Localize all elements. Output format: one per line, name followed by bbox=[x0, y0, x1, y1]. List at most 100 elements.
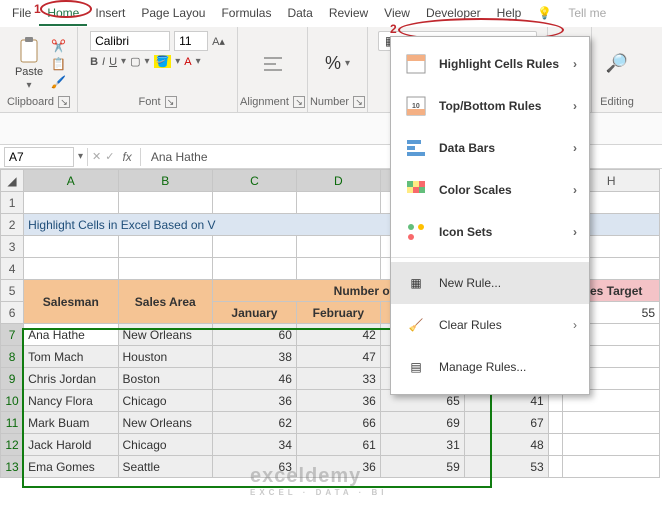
border-button[interactable]: ▢ bbox=[130, 55, 140, 68]
menu-icon-sets[interactable]: Icon Sets› bbox=[391, 211, 589, 253]
row-header[interactable]: 4 bbox=[1, 258, 24, 280]
cell[interactable]: New Orleans bbox=[118, 324, 212, 346]
cell[interactable]: Tom Mach bbox=[24, 346, 118, 368]
row-header[interactable]: 3 bbox=[1, 236, 24, 258]
cell[interactable]: 69 bbox=[380, 412, 464, 434]
cell[interactable]: 42 bbox=[296, 324, 380, 346]
header-area[interactable]: Sales Area bbox=[118, 280, 212, 324]
cell[interactable]: Ema Gomes bbox=[24, 456, 118, 478]
chevron-down-icon[interactable]: ▾ bbox=[78, 151, 83, 162]
col-header-A[interactable]: A bbox=[24, 170, 118, 192]
tab-help[interactable]: Help bbox=[489, 2, 530, 26]
enter-icon[interactable]: ✓ bbox=[101, 150, 118, 163]
dialog-launcher-icon[interactable]: ↘ bbox=[293, 96, 305, 108]
row-header[interactable]: 12 bbox=[1, 434, 24, 456]
cell[interactable]: 60 bbox=[212, 324, 296, 346]
cell[interactable]: Chicago bbox=[118, 434, 212, 456]
cell[interactable]: Mark Buam bbox=[24, 412, 118, 434]
row-header[interactable]: 10 bbox=[1, 390, 24, 412]
row-header[interactable]: 5 bbox=[1, 280, 24, 302]
cell[interactable]: 38 bbox=[212, 346, 296, 368]
tab-developer[interactable]: Developer bbox=[418, 2, 489, 26]
cell[interactable]: New Orleans bbox=[118, 412, 212, 434]
row-header[interactable]: 8 bbox=[1, 346, 24, 368]
row-header[interactable]: 2 bbox=[1, 214, 24, 236]
menu-new-rule[interactable]: ▦ New Rule... bbox=[391, 262, 589, 304]
tab-home[interactable]: Home bbox=[39, 2, 87, 26]
bold-button[interactable]: B bbox=[90, 56, 98, 68]
menu-manage-rules[interactable]: ▤ Manage Rules... bbox=[391, 346, 589, 388]
cell[interactable] bbox=[548, 434, 563, 456]
cell[interactable]: 47 bbox=[296, 346, 380, 368]
tab-page-layout[interactable]: Page Layou bbox=[133, 2, 213, 26]
cell[interactable] bbox=[548, 456, 563, 478]
menu-highlight-cells[interactable]: Highlight Cells Rules› bbox=[391, 43, 589, 85]
menu-color-scales[interactable]: Color Scales› bbox=[391, 169, 589, 211]
col-header-B[interactable]: B bbox=[118, 170, 212, 192]
col-header-D[interactable]: D bbox=[296, 170, 380, 192]
cell[interactable]: Boston bbox=[118, 368, 212, 390]
cell[interactable] bbox=[563, 412, 660, 434]
header-salesman[interactable]: Salesman bbox=[24, 280, 118, 324]
cell[interactable]: 59 bbox=[380, 456, 464, 478]
cell[interactable]: 36 bbox=[296, 390, 380, 412]
dialog-launcher-icon[interactable]: ↘ bbox=[165, 96, 177, 108]
cell[interactable]: 36 bbox=[296, 456, 380, 478]
cell[interactable]: 62 bbox=[212, 412, 296, 434]
percent-button[interactable]: % bbox=[325, 53, 341, 74]
cell[interactable]: Houston bbox=[118, 346, 212, 368]
cell[interactable]: 61 bbox=[296, 434, 380, 456]
cell[interactable]: Seattle bbox=[118, 456, 212, 478]
col-header-C[interactable]: C bbox=[212, 170, 296, 192]
cell[interactable]: 53 bbox=[464, 456, 548, 478]
cell[interactable]: 48 bbox=[464, 434, 548, 456]
row-header[interactable]: 9 bbox=[1, 368, 24, 390]
menu-clear-rules[interactable]: 🧹 Clear Rules› bbox=[391, 304, 589, 346]
align-icon[interactable] bbox=[261, 52, 285, 76]
format-painter-icon[interactable]: 🖌️ bbox=[51, 75, 66, 89]
editing-icon[interactable]: 🔎 bbox=[606, 53, 628, 74]
cell[interactable] bbox=[563, 434, 660, 456]
cell[interactable]: Nancy Flora bbox=[24, 390, 118, 412]
name-box[interactable] bbox=[4, 147, 74, 167]
italic-button[interactable]: I bbox=[102, 56, 105, 68]
tab-formulas[interactable]: Formulas bbox=[213, 2, 279, 26]
cancel-icon[interactable]: ✕ bbox=[92, 150, 101, 163]
cut-icon[interactable]: ✂️ bbox=[51, 39, 66, 53]
cell[interactable]: Chris Jordan bbox=[24, 368, 118, 390]
row-header[interactable]: 1 bbox=[1, 192, 24, 214]
underline-button[interactable]: U bbox=[109, 56, 117, 68]
dialog-launcher-icon[interactable]: ↘ bbox=[58, 96, 70, 108]
cell[interactable]: 46 bbox=[212, 368, 296, 390]
cell[interactable]: Chicago bbox=[118, 390, 212, 412]
cell[interactable] bbox=[548, 412, 563, 434]
fx-icon[interactable]: fx bbox=[118, 150, 135, 164]
cell[interactable]: 66 bbox=[296, 412, 380, 434]
header-feb[interactable]: February bbox=[296, 302, 380, 324]
font-name-combo[interactable] bbox=[90, 31, 170, 51]
font-size-combo[interactable] bbox=[174, 31, 208, 51]
cell[interactable]: Jack Harold bbox=[24, 434, 118, 456]
row-header[interactable]: 11 bbox=[1, 412, 24, 434]
increase-font-icon[interactable]: A▴ bbox=[212, 35, 225, 48]
cell[interactable]: 31 bbox=[380, 434, 464, 456]
header-jan[interactable]: January bbox=[212, 302, 296, 324]
tab-view[interactable]: View bbox=[376, 2, 418, 26]
tab-review[interactable]: Review bbox=[321, 2, 376, 26]
cell[interactable]: Ana Hathe bbox=[24, 324, 118, 346]
row-header[interactable]: 7 bbox=[1, 324, 24, 346]
row-header[interactable]: 6 bbox=[1, 302, 24, 324]
menu-data-bars[interactable]: Data Bars› bbox=[391, 127, 589, 169]
cell[interactable]: 63 bbox=[212, 456, 296, 478]
menu-top-bottom[interactable]: 10 Top/Bottom Rules› bbox=[391, 85, 589, 127]
font-color-button[interactable]: A bbox=[184, 56, 191, 68]
tab-data[interactable]: Data bbox=[279, 2, 320, 26]
select-all[interactable]: ◢ bbox=[1, 170, 24, 192]
cell[interactable]: 33 bbox=[296, 368, 380, 390]
tab-insert[interactable]: Insert bbox=[87, 2, 133, 26]
fill-color-button[interactable]: 🪣 bbox=[154, 55, 172, 68]
cell[interactable]: 36 bbox=[212, 390, 296, 412]
copy-icon[interactable]: 📋 bbox=[51, 57, 66, 71]
paste-button[interactable]: Paste ▾ bbox=[11, 34, 47, 93]
cell[interactable] bbox=[563, 456, 660, 478]
